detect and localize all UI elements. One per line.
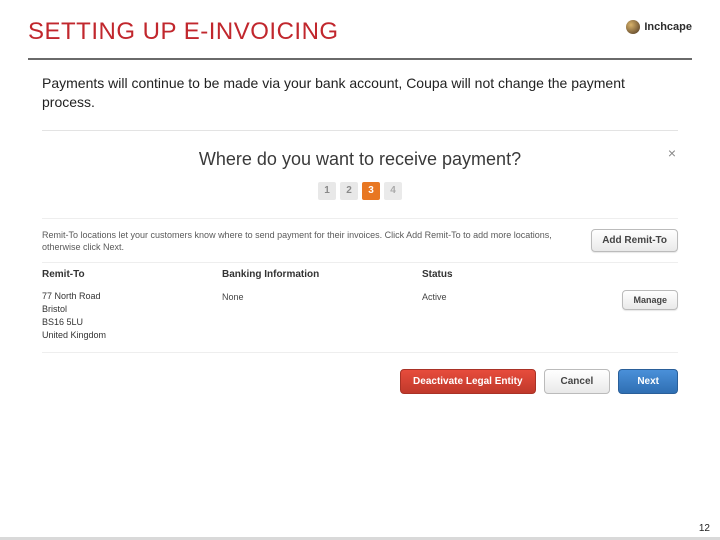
close-icon[interactable]: × [668, 145, 676, 161]
step-3: 3 [362, 182, 380, 200]
step-indicator: 1 2 3 4 [42, 182, 678, 200]
deactivate-button[interactable]: Deactivate Legal Entity [400, 369, 535, 394]
addr-line-2: Bristol [42, 303, 222, 316]
remit-address: 77 North Road Bristol BS16 5LU United Ki… [42, 290, 222, 342]
cancel-button[interactable]: Cancel [544, 369, 611, 394]
page-title: SETTING UP E-INVOICING [28, 18, 692, 46]
intro-text: Payments will continue to be made via yo… [0, 60, 720, 130]
table-row: 77 North Road Bristol BS16 5LU United Ki… [42, 286, 678, 353]
brand-logo: Inchcape [626, 20, 692, 34]
brand-name: Inchcape [644, 21, 692, 33]
add-remit-to-button[interactable]: Add Remit-To [591, 229, 678, 252]
banking-value: None [222, 290, 422, 342]
col-status: Status [422, 269, 608, 280]
addr-line-4: United Kingdom [42, 329, 222, 342]
next-button[interactable]: Next [618, 369, 678, 394]
globe-icon [626, 20, 640, 34]
col-remit-to: Remit-To [42, 269, 222, 280]
table-header: Remit-To Banking Information Status [42, 262, 678, 286]
step-1: 1 [318, 182, 336, 200]
modal-title: Where do you want to receive payment? [42, 149, 678, 170]
helper-text: Remit-To locations let your customers kn… [42, 229, 577, 254]
step-2: 2 [340, 182, 358, 200]
payment-modal: × Where do you want to receive payment? … [42, 130, 678, 394]
addr-line-3: BS16 5LU [42, 316, 222, 329]
col-banking: Banking Information [222, 269, 422, 280]
page-number: 12 [699, 523, 710, 534]
manage-button[interactable]: Manage [622, 290, 678, 310]
step-4: 4 [384, 182, 402, 200]
addr-line-1: 77 North Road [42, 290, 222, 303]
modal-footer: Deactivate Legal Entity Cancel Next [42, 353, 678, 394]
status-value: Active [422, 290, 608, 342]
